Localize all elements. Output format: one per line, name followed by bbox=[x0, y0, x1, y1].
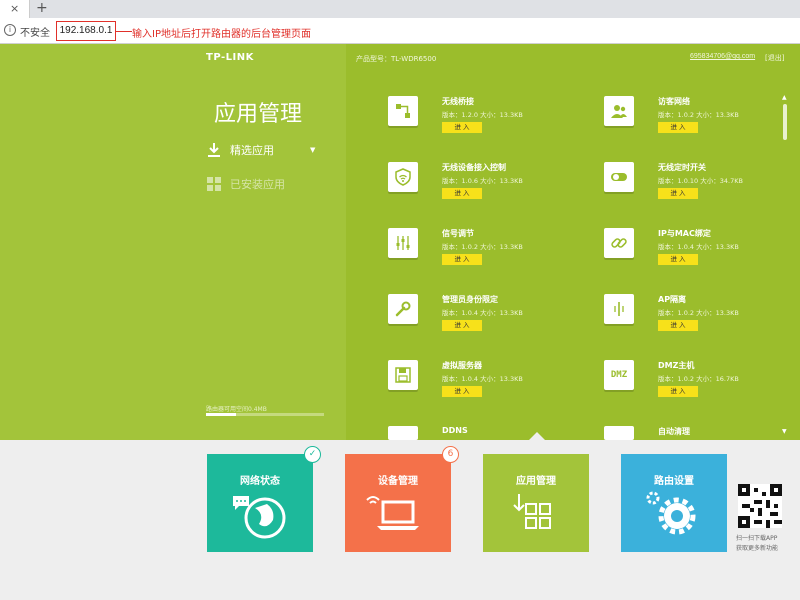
ddns-icon[interactable] bbox=[388, 426, 418, 440]
app-list-scrollbar[interactable]: ▲ ▼ bbox=[782, 94, 788, 435]
qr-caption: 扫一扫下载APP bbox=[736, 535, 778, 542]
bridge-icon[interactable] bbox=[388, 96, 418, 126]
account-link[interactable]: 695834706@qq.com bbox=[690, 53, 755, 60]
app-name: DDNS bbox=[442, 426, 468, 435]
app-name: 信号调节 bbox=[442, 229, 474, 238]
dmz-icon[interactable]: DMZ bbox=[604, 360, 634, 390]
link-icon[interactable] bbox=[604, 228, 634, 258]
enter-button[interactable]: 进 入 bbox=[442, 254, 482, 265]
tile-device-management[interactable]: 6 设备管理 bbox=[345, 446, 459, 552]
app-name: 自动清理 bbox=[658, 427, 690, 436]
storage-bar bbox=[206, 413, 324, 416]
annotation-text: 输入IP地址后打开路由器的后台管理页面 bbox=[132, 29, 311, 40]
tile-label: 路由设置 bbox=[654, 476, 694, 487]
storage-label: 路由器可用空间0.4MB bbox=[206, 406, 267, 413]
app-name: 访客网络 bbox=[658, 97, 690, 106]
qr-caption: 获取更多新功能 bbox=[736, 545, 779, 552]
tile-network-status[interactable]: ✓ 网络状态 bbox=[207, 446, 321, 552]
app-meta: 版本：1.0.2 大小：16.7KB bbox=[658, 375, 739, 383]
floppy-icon[interactable] bbox=[388, 360, 418, 390]
app-meta: 版本：1.0.10 大小：34.7KB bbox=[658, 177, 743, 185]
annotation-underline bbox=[116, 31, 132, 32]
new-tab-button[interactable]: + bbox=[36, 0, 48, 16]
sidebar-item-label: 精选应用 bbox=[230, 144, 274, 157]
app-meta: 版本：1.0.2 大小：13.3KB bbox=[442, 243, 523, 251]
chevron-down-icon: ▼ bbox=[310, 146, 316, 154]
app-meta: 版本：1.0.4 大小：13.3KB bbox=[442, 309, 523, 317]
logout-link[interactable]: [退出] bbox=[765, 53, 784, 63]
enter-button[interactable]: 进 入 bbox=[442, 386, 482, 397]
wifi-shield-icon[interactable] bbox=[388, 162, 418, 192]
auto-clean-icon[interactable] bbox=[604, 426, 634, 440]
sidebar-item-installed[interactable]: 已安装应用 bbox=[206, 176, 285, 192]
toggle-switch-icon[interactable] bbox=[604, 162, 634, 192]
enter-button[interactable]: 进 入 bbox=[442, 320, 482, 331]
download-icon bbox=[206, 142, 222, 158]
qr-code bbox=[738, 484, 782, 528]
enter-button[interactable]: 进 入 bbox=[442, 188, 482, 199]
enter-button[interactable]: 进 入 bbox=[658, 254, 698, 265]
check-icon: ✓ bbox=[304, 446, 321, 463]
app-name: IP与MAC绑定 bbox=[658, 229, 711, 238]
info-icon[interactable]: i bbox=[4, 24, 16, 36]
gear-icon bbox=[646, 491, 696, 535]
ap-isolate-icon[interactable] bbox=[604, 294, 634, 324]
enter-button[interactable]: 进 入 bbox=[658, 188, 698, 199]
tile-app-management[interactable]: 应用管理 bbox=[483, 454, 589, 552]
app-name: AP隔离 bbox=[658, 295, 687, 304]
sidebar-item-featured[interactable]: 精选应用 bbox=[206, 142, 274, 158]
browser-tab-bar: × + bbox=[0, 0, 800, 18]
page-title: 应用管理 bbox=[214, 102, 303, 127]
guest-network-icon[interactable] bbox=[604, 96, 634, 126]
tplink-logo: TP-LINK bbox=[206, 52, 254, 63]
app-name: 无线桥接 bbox=[442, 97, 474, 106]
app-meta: 版本：1.0.2 大小：13.3KB bbox=[658, 111, 739, 119]
scroll-down-icon[interactable]: ▼ bbox=[782, 428, 787, 435]
app-name: 虚拟服务器 bbox=[442, 361, 482, 370]
scroll-up-icon[interactable]: ▲ bbox=[782, 94, 787, 101]
close-tab-icon[interactable]: × bbox=[10, 2, 19, 15]
browser-tab[interactable]: × bbox=[0, 0, 30, 18]
product-model: 产品型号：TL-WDR6500 bbox=[356, 55, 437, 63]
storage-fill bbox=[206, 413, 236, 416]
laptop-icon bbox=[366, 496, 419, 530]
scroll-thumb[interactable] bbox=[783, 104, 787, 140]
device-count-badge: 6 bbox=[442, 446, 459, 463]
insecure-label[interactable]: 不安全 bbox=[20, 24, 50, 39]
app-meta: 版本：1.0.4 大小：13.3KB bbox=[658, 243, 739, 251]
tile-label: 应用管理 bbox=[516, 476, 556, 487]
app-name: DMZ主机 bbox=[658, 361, 695, 370]
enter-button[interactable]: 进 入 bbox=[658, 386, 698, 397]
grid-icon bbox=[206, 176, 222, 192]
dmz-icon-text: DMZ bbox=[610, 370, 628, 380]
wrench-icon[interactable] bbox=[388, 294, 418, 324]
tile-label: 网络状态 bbox=[240, 476, 280, 487]
globe-icon bbox=[233, 496, 286, 539]
app-grid-icon bbox=[513, 494, 551, 529]
equalizer-icon[interactable] bbox=[388, 228, 418, 258]
enter-button[interactable]: 进 入 bbox=[658, 320, 698, 331]
app-meta: 版本：1.2.0 大小：13.3KB bbox=[442, 111, 523, 119]
tile-label: 设备管理 bbox=[378, 476, 418, 487]
tile-router-settings[interactable]: 路由设置 bbox=[621, 454, 727, 552]
app-name: 管理员身份限定 bbox=[442, 295, 498, 304]
app-name: 无线设备接入控制 bbox=[442, 163, 506, 172]
active-tile-pointer bbox=[529, 432, 545, 440]
app-meta: 版本：1.0.6 大小：13.3KB bbox=[442, 177, 523, 185]
app-name: 无线定时开关 bbox=[658, 163, 706, 172]
enter-button[interactable]: 进 入 bbox=[658, 122, 698, 133]
enter-button[interactable]: 进 入 bbox=[442, 122, 482, 133]
app-meta: 版本：1.0.4 大小：13.3KB bbox=[442, 375, 523, 383]
app-meta: 版本：1.0.2 大小：13.3KB bbox=[658, 309, 739, 317]
sidebar-item-label: 已安装应用 bbox=[230, 178, 285, 191]
url-input[interactable]: 192.168.0.1 bbox=[56, 21, 116, 41]
